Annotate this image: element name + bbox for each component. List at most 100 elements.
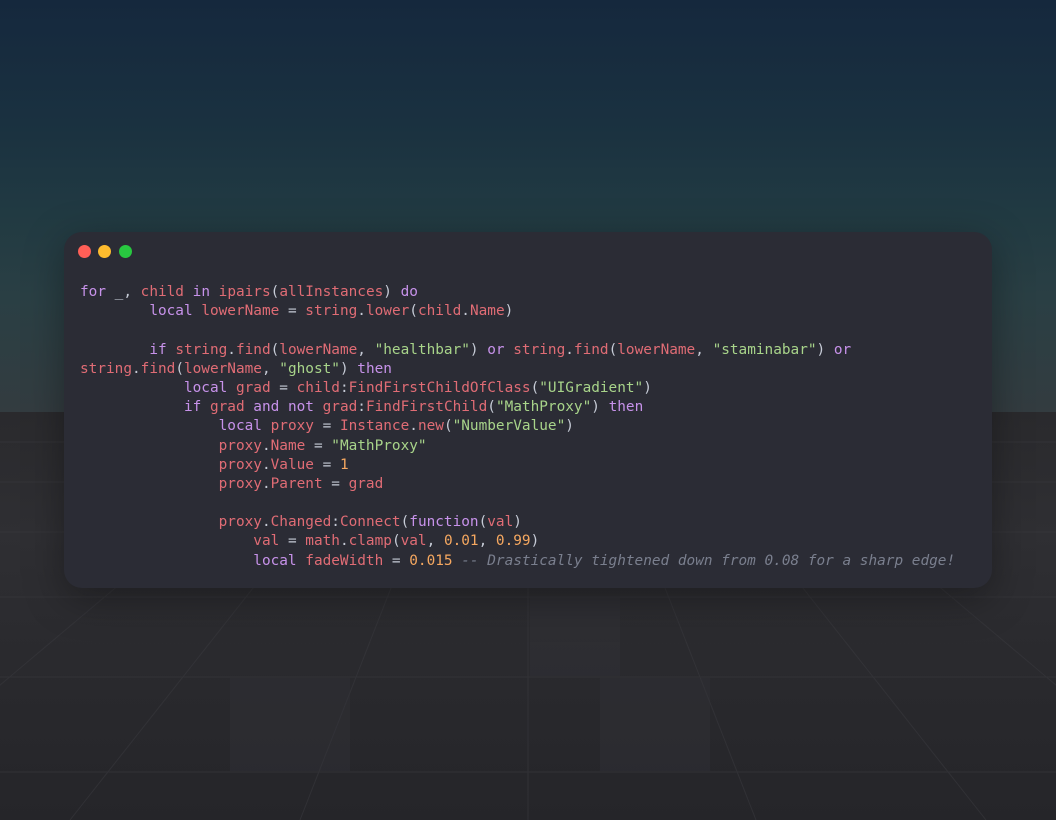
code-token: ,	[357, 341, 375, 358]
code-token: (	[530, 379, 540, 396]
code-token: .	[261, 437, 271, 454]
code-token: math	[305, 533, 340, 550]
code-token: (	[270, 284, 280, 300]
code-token: ,	[261, 360, 280, 377]
code-line: for _, child in ipairs(allInstances) do	[80, 283, 955, 302]
code-line: proxy.Changed:Connect(function(val)	[80, 513, 955, 532]
code-token: =	[322, 475, 349, 492]
code-line: local grad = child:FindFirstChildOfClass…	[80, 379, 955, 398]
code-token: or	[833, 341, 852, 358]
code-token: then	[608, 399, 644, 416]
code-token: .	[339, 533, 349, 550]
code-token: 1	[339, 456, 349, 473]
code-token: (	[400, 514, 410, 531]
code-token: proxy	[218, 437, 262, 454]
code-token: proxy	[218, 514, 262, 531]
code-token: (	[478, 514, 488, 531]
code-token: "UIGradient"	[539, 379, 644, 396]
code-token: function	[409, 514, 479, 531]
code-token: string	[175, 341, 228, 358]
code-token: Changed	[270, 514, 332, 531]
code-token: .	[227, 341, 236, 358]
code-line: proxy.Name = "MathProxy"	[80, 437, 955, 456]
code-token: )	[816, 341, 826, 358]
code-token: _,	[106, 284, 141, 300]
code-token: local	[218, 418, 262, 435]
code-token: proxy	[218, 456, 262, 473]
minimize-dot-icon[interactable]	[98, 245, 111, 258]
code-token: =	[313, 456, 340, 473]
code-token: (	[608, 341, 618, 358]
code-line: if string.find(lowerName, "healthbar") o…	[80, 341, 955, 360]
code-token: proxy	[218, 475, 262, 492]
maximize-dot-icon[interactable]	[119, 245, 132, 258]
code-token: :	[357, 399, 366, 416]
code-token: string	[513, 341, 566, 358]
code-token: ,	[478, 533, 496, 550]
code-token: )	[565, 418, 574, 435]
code-token: =	[279, 303, 306, 320]
code-token: Parent	[270, 475, 323, 492]
code-token: "NumberValue"	[452, 418, 566, 435]
code-token: Connect	[339, 514, 401, 531]
code-token: .	[409, 418, 418, 435]
code-window: for _, child in ipairs(allInstances) do …	[64, 232, 992, 588]
code-token: .	[261, 514, 271, 531]
code-token: (	[487, 399, 496, 416]
code-token: :	[331, 514, 340, 531]
code-token: 0.015	[409, 552, 453, 569]
code-token: (	[409, 303, 418, 320]
code-token: .	[261, 456, 271, 473]
code-line: proxy.Value = 1	[80, 456, 955, 475]
code-token: grad	[348, 475, 384, 492]
code-token: 0.99	[495, 533, 531, 550]
code-token: ,	[426, 533, 444, 550]
code-token: child	[140, 284, 184, 300]
code-token: (	[443, 418, 453, 435]
code-token: val	[487, 514, 514, 531]
code-token: =	[313, 418, 340, 435]
code-token: val	[400, 533, 427, 550]
code-token: )	[383, 284, 392, 300]
code-token: fadeWidth	[305, 552, 384, 569]
code-token: (	[270, 341, 280, 358]
code-token: child	[417, 303, 462, 320]
code-token: clamp	[348, 533, 392, 550]
code-token: local	[149, 303, 193, 320]
code-token: lowerName	[201, 303, 280, 320]
code-token: string	[305, 303, 358, 320]
code-token: "MathProxy"	[495, 399, 592, 416]
code-token: "staminabar"	[712, 341, 817, 358]
code-token: 0.01	[443, 533, 479, 550]
code-token: if	[183, 399, 202, 416]
code-token: "ghost"	[279, 360, 340, 377]
code-token: =	[383, 552, 410, 569]
code-token: FindFirstChildOfClass	[348, 379, 531, 396]
code-line: if grad and not grad:FindFirstChild("Mat…	[80, 398, 955, 417]
code-token: find	[573, 341, 609, 358]
code-line: local lowerName = string.lower(child.Nam…	[80, 302, 955, 321]
close-dot-icon[interactable]	[78, 245, 91, 258]
code-token: new	[417, 418, 444, 435]
code-token: )	[513, 514, 522, 531]
code-token: .	[261, 475, 271, 492]
code-token: allInstances	[279, 284, 384, 300]
